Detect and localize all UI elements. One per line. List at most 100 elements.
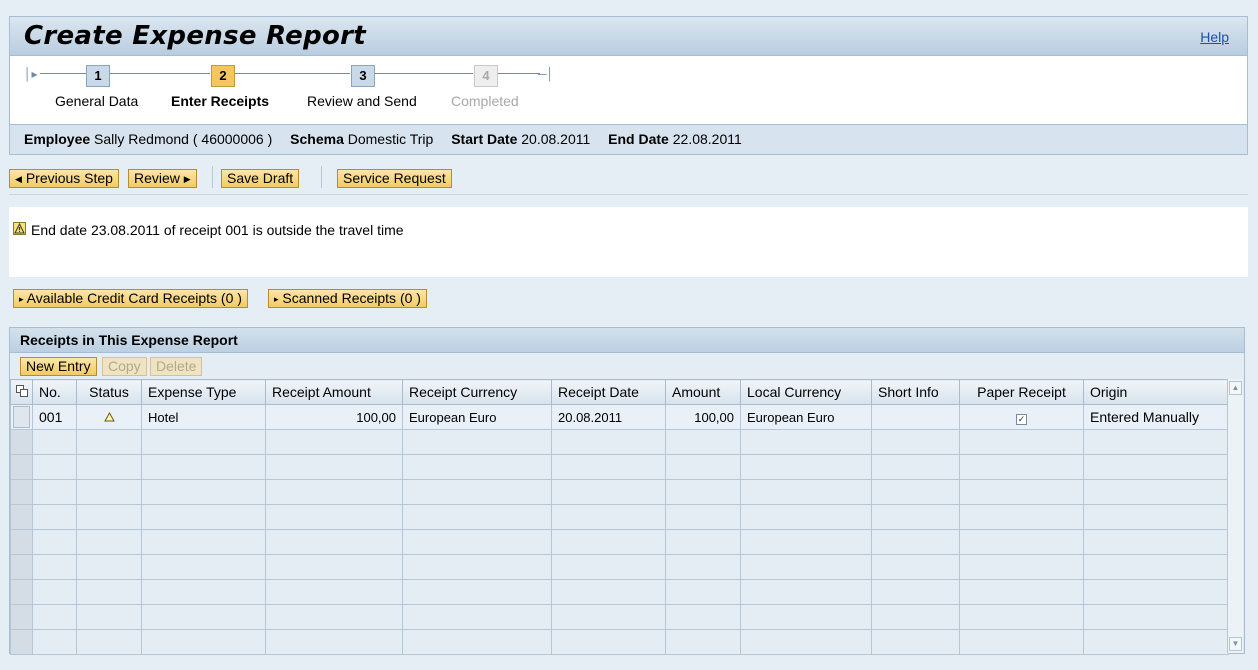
empty-cell <box>32 529 77 555</box>
table-row-empty[interactable] <box>10 579 1229 605</box>
table-row-empty[interactable] <box>10 429 1229 455</box>
employee-label: Employee <box>24 131 91 147</box>
column-header[interactable]: Status <box>76 379 142 405</box>
column-header[interactable]: Local Currency <box>740 379 872 405</box>
roadmap-step-2[interactable]: 2 <box>211 65 235 87</box>
empty-cell <box>959 604 1084 630</box>
column-header[interactable]: Receipt Amount <box>265 379 403 405</box>
roadmap-line <box>40 73 210 74</box>
column-header[interactable]: Amount <box>665 379 741 405</box>
scanned-receipts-button[interactable]: ▸ Scanned Receipts (0 ) <box>268 289 427 308</box>
empty-cell <box>871 454 960 480</box>
column-header[interactable]: No. <box>32 379 77 405</box>
table-row-empty[interactable] <box>10 479 1229 505</box>
empty-cell <box>402 429 552 455</box>
roadmap-line <box>235 73 350 74</box>
help-link[interactable]: Help <box>1200 29 1229 45</box>
empty-cell <box>76 604 142 630</box>
end-date-label: End Date <box>608 131 669 147</box>
service-request-button[interactable]: Service Request <box>337 169 452 188</box>
empty-cell <box>959 579 1084 605</box>
row-selector[interactable] <box>10 529 33 555</box>
roadmap-step-2-label[interactable]: Enter Receipts <box>171 93 269 109</box>
empty-cell <box>265 554 403 580</box>
schema-label: Schema <box>290 131 344 147</box>
empty-cell <box>32 629 77 655</box>
column-header[interactable]: Receipt Date <box>551 379 666 405</box>
paper-receipt-checkbox[interactable]: ✓ <box>1016 413 1027 425</box>
empty-cell <box>871 554 960 580</box>
empty-cell <box>1083 429 1229 455</box>
empty-cell <box>551 529 666 555</box>
credit-card-receipts-button[interactable]: ▸ Available Credit Card Receipts (0 ) <box>13 289 248 308</box>
save-draft-button[interactable]: Save Draft <box>221 169 300 188</box>
column-header[interactable]: Expense Type <box>141 379 266 405</box>
table-row-empty[interactable] <box>10 454 1229 480</box>
empty-cell <box>551 429 666 455</box>
review-label: Review <box>134 170 180 186</box>
empty-cell <box>76 554 142 580</box>
roadmap-step-1[interactable]: 1 <box>86 65 110 87</box>
column-header[interactable]: Receipt Currency <box>402 379 552 405</box>
table-row-empty[interactable] <box>10 504 1229 530</box>
table-row[interactable]: 001 Hotel 100,00 European Euro 20.08.201… <box>10 404 1229 430</box>
column-header[interactable]: Paper Receipt <box>959 379 1084 405</box>
table-row-empty[interactable] <box>10 554 1229 580</box>
roadmap: │▸ ─│ 1 General Data 2 Enter Receipts 3 … <box>9 56 1248 124</box>
empty-cell <box>402 604 552 630</box>
review-button[interactable]: Review ▶ <box>128 169 197 188</box>
empty-cell <box>740 604 872 630</box>
row-selector[interactable] <box>10 504 33 530</box>
column-header[interactable]: Origin <box>1083 379 1229 405</box>
table-row-empty[interactable] <box>10 604 1229 630</box>
new-entry-button[interactable]: New Entry <box>20 357 97 376</box>
empty-cell <box>959 529 1084 555</box>
row-selector[interactable] <box>10 554 33 580</box>
empty-cell <box>959 429 1084 455</box>
end-date-value: 22.08.2011 <box>672 131 742 147</box>
divider <box>9 194 1248 195</box>
page-header: Create Expense Report Help <box>9 16 1248 56</box>
warning-icon <box>13 222 26 235</box>
row-selector[interactable] <box>10 604 33 630</box>
vertical-scrollbar[interactable]: ▲ ▼ <box>1227 379 1243 653</box>
previous-step-button[interactable]: ◀ Previous Step <box>9 169 119 188</box>
empty-cell <box>32 429 77 455</box>
roadmap-step-4-label: Completed <box>451 93 519 109</box>
table-header-row: No. Status Expense Type Receipt Amount R… <box>10 379 1229 405</box>
table-row-empty[interactable] <box>10 529 1229 555</box>
empty-cell <box>265 504 403 530</box>
roadmap-step-1-label[interactable]: General Data <box>55 93 138 109</box>
select-all-icon[interactable] <box>10 379 33 405</box>
empty-cell <box>740 479 872 505</box>
row-selector[interactable] <box>10 629 33 655</box>
roadmap-step-3-label[interactable]: Review and Send <box>307 93 417 109</box>
empty-cell <box>1083 454 1229 480</box>
column-header[interactable]: Short Info <box>871 379 960 405</box>
row-selector[interactable] <box>10 454 33 480</box>
empty-cell <box>76 454 142 480</box>
toolbar-separator <box>321 166 322 188</box>
expand-arrow-icon: ▸ <box>19 294 24 304</box>
empty-cell <box>551 554 666 580</box>
row-selector[interactable] <box>10 579 33 605</box>
empty-cell <box>551 579 666 605</box>
scroll-up-icon[interactable]: ▲ <box>1229 381 1242 395</box>
scroll-down-icon[interactable]: ▼ <box>1229 637 1242 651</box>
expand-arrow-icon: ▸ <box>274 294 279 304</box>
empty-cell <box>665 479 741 505</box>
empty-cell <box>265 629 403 655</box>
row-selector[interactable] <box>10 429 33 455</box>
roadmap-step-3[interactable]: 3 <box>351 65 375 87</box>
row-selector[interactable] <box>10 404 33 430</box>
toolbar-separator <box>212 166 213 188</box>
cell-receipt-amount: 100,00 <box>265 404 403 430</box>
empty-cell <box>76 429 142 455</box>
empty-cell <box>76 529 142 555</box>
start-date-value: 20.08.2011 <box>521 131 591 147</box>
message-area: End date 23.08.2011 of receipt 001 is ou… <box>9 207 1248 277</box>
cell-no: 001 <box>32 404 77 430</box>
row-selector[interactable] <box>10 479 33 505</box>
receipts-panel: Receipts in This Expense Report New Entr… <box>9 327 1245 655</box>
table-row-empty[interactable] <box>10 629 1229 655</box>
